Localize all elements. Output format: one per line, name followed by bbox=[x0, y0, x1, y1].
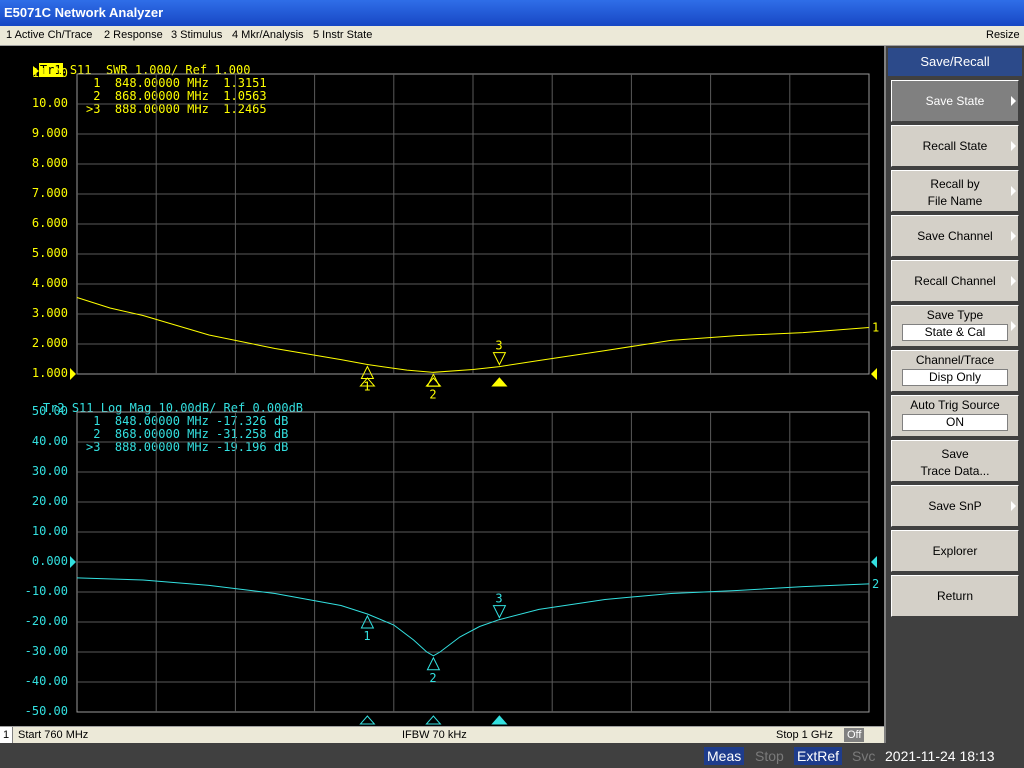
date-time: 2021-11-24 18:13 bbox=[885, 748, 995, 764]
save-channel-button[interactable]: Save Channel bbox=[891, 215, 1019, 257]
trace2-reference-right-icon bbox=[871, 556, 877, 568]
recall-by-label: Recall by bbox=[930, 177, 980, 191]
menu-response[interactable]: 2 Response bbox=[104, 29, 163, 41]
channel-number[interactable]: 1 bbox=[0, 727, 13, 743]
trace1-stimulus-marker-3 bbox=[491, 377, 508, 387]
window-title: E5071C Network Analyzer bbox=[0, 0, 1024, 26]
start-frequency[interactable]: Start 760 MHz bbox=[18, 729, 88, 741]
softkey-menu-title: Save/Recall bbox=[888, 48, 1022, 76]
svc-indicator: Svc bbox=[852, 748, 876, 764]
sweep-off-indicator[interactable]: Off bbox=[844, 728, 865, 742]
trace1-trace-number: 1 bbox=[872, 321, 879, 335]
recall-by-file-name-button[interactable]: Recall by File Name bbox=[891, 170, 1019, 212]
save-state-label: Save State bbox=[925, 94, 985, 108]
channel-status-bar: 1 Start 760 MHz IFBW 70 kHz Stop 1 GHz O… bbox=[0, 726, 884, 743]
auto-trig-source-button[interactable]: Auto Trig Source ON bbox=[891, 395, 1019, 437]
menu-stimulus[interactable]: 3 Stimulus bbox=[171, 29, 222, 41]
submenu-arrow-icon bbox=[1011, 96, 1016, 106]
save-type-value: State & Cal bbox=[902, 324, 1008, 341]
instrument-status-bar: Meas Stop ExtRef Svc 2021-11-24 18:13 bbox=[0, 743, 1024, 768]
menu-instr-state[interactable]: 5 Instr State bbox=[313, 29, 372, 41]
recall-channel-button[interactable]: Recall Channel bbox=[891, 260, 1019, 302]
submenu-arrow-icon bbox=[1011, 231, 1016, 241]
plot-svg[interactable]: 11232123 bbox=[0, 46, 884, 726]
save-type-label: Save Type bbox=[926, 308, 984, 322]
recall-channel-label: Recall Channel bbox=[914, 274, 996, 288]
return-button[interactable]: Return bbox=[891, 575, 1019, 617]
recall-state-button[interactable]: Recall State bbox=[891, 125, 1019, 167]
trace2-marker-label-3: 3 bbox=[495, 592, 502, 606]
meas-indicator: Meas bbox=[704, 747, 745, 765]
save-channel-label: Save Channel bbox=[917, 229, 993, 243]
trace1-marker-2 bbox=[426, 373, 441, 387]
save-state-button[interactable]: Save State bbox=[891, 80, 1019, 122]
submenu-arrow-icon bbox=[1011, 501, 1016, 511]
explorer-label: Explorer bbox=[932, 544, 978, 558]
menu-active-ch-trace[interactable]: 1 Active Ch/Trace bbox=[6, 29, 92, 41]
channel-trace-label: Channel/Trace bbox=[915, 353, 995, 367]
trace2-stimulus-marker-1 bbox=[359, 715, 376, 725]
trace2-reference-left-icon bbox=[70, 556, 76, 568]
submenu-arrow-icon bbox=[1011, 186, 1016, 196]
trace2-marker-2 bbox=[426, 656, 441, 671]
trace2-marker-3 bbox=[492, 605, 507, 619]
save-trace-label: Save bbox=[941, 447, 969, 461]
softkey-panel: Save/Recall Save State Recall State Reca… bbox=[884, 46, 1024, 743]
auto-trig-label: Auto Trig Source bbox=[910, 398, 1000, 412]
auto-trig-value: ON bbox=[902, 414, 1008, 431]
save-type-button[interactable]: Save Type State & Cal bbox=[891, 305, 1019, 347]
menu-bar: 1 Active Ch/Trace 2 Response 3 Stimulus … bbox=[0, 26, 1024, 46]
submenu-arrow-icon bbox=[1011, 276, 1016, 286]
stop-indicator: Stop bbox=[755, 748, 784, 764]
trace-data-label: Trace Data... bbox=[920, 464, 990, 478]
menu-resize[interactable]: Resize bbox=[986, 29, 1020, 41]
trace1-marker-3 bbox=[492, 352, 507, 366]
ifbw-value[interactable]: IFBW 70 kHz bbox=[402, 729, 467, 741]
trace1-reference-right-icon bbox=[871, 368, 877, 380]
menu-mkr-analysis[interactable]: 4 Mkr/Analysis bbox=[232, 29, 304, 41]
trace2-stimulus-marker-3 bbox=[491, 715, 508, 725]
channel-trace-value: Disp Only bbox=[902, 369, 1008, 386]
extref-indicator: ExtRef bbox=[794, 747, 843, 765]
trace1-reference-left-icon bbox=[70, 368, 76, 380]
trace1-marker-label-3: 3 bbox=[495, 339, 502, 353]
stop-frequency[interactable]: Stop 1 GHz bbox=[776, 729, 833, 741]
trace2-marker-label-2: 2 bbox=[429, 671, 436, 685]
save-snp-button[interactable]: Save SnP bbox=[891, 485, 1019, 527]
save-trace-data-button[interactable]: Save Trace Data... bbox=[891, 440, 1019, 482]
trace1-marker-label-2: 2 bbox=[429, 387, 436, 401]
file-name-label: File Name bbox=[927, 194, 983, 208]
submenu-arrow-icon bbox=[1011, 321, 1016, 331]
save-snp-label: Save SnP bbox=[928, 499, 982, 513]
recall-state-label: Recall State bbox=[922, 139, 988, 153]
return-label: Return bbox=[936, 589, 974, 603]
trace2-stimulus-marker-2 bbox=[425, 715, 442, 725]
submenu-arrow-icon bbox=[1011, 141, 1016, 151]
trace2-marker-label-1: 1 bbox=[363, 629, 370, 643]
trace1-marker-1 bbox=[360, 365, 375, 380]
plot-area: Tr1 S11 SWR 1.000/ Ref 1.000 11.00 10.00 9… bbox=[0, 46, 884, 726]
trace2-trace-number: 2 bbox=[872, 577, 879, 591]
channel-trace-button[interactable]: Channel/Trace Disp Only bbox=[891, 350, 1019, 392]
explorer-button[interactable]: Explorer bbox=[891, 530, 1019, 572]
